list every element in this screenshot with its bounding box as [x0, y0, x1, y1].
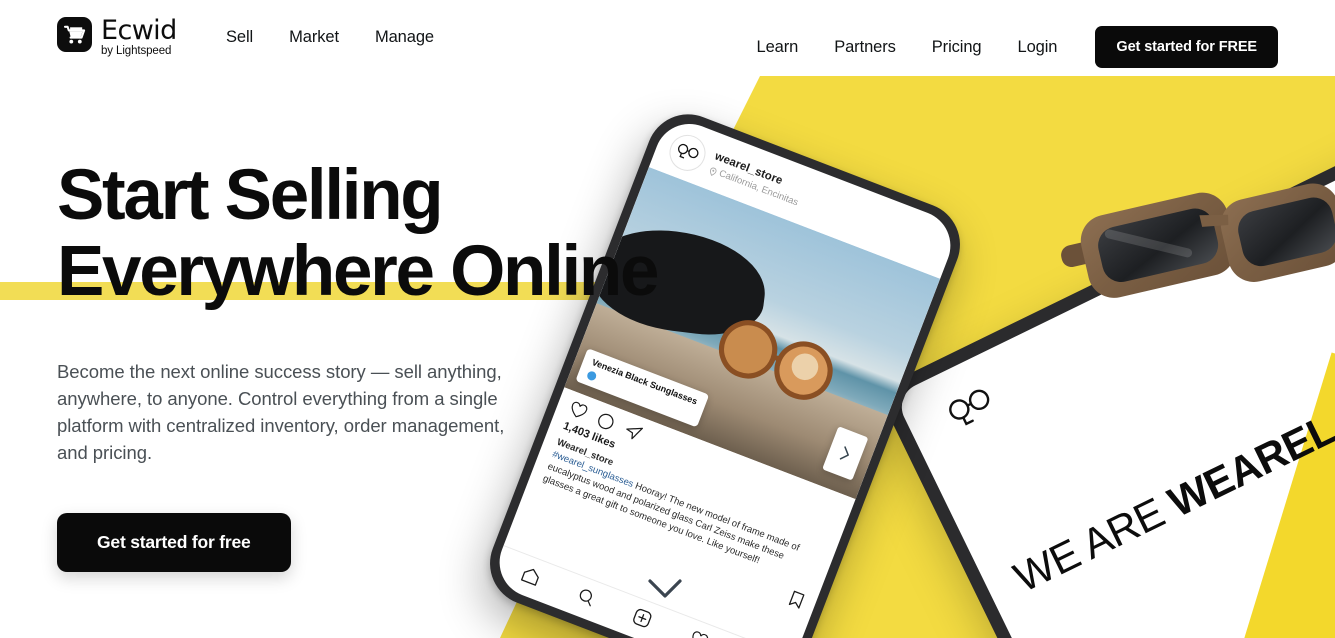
page-title: Start Selling Everywhere Online: [57, 156, 659, 311]
nav-item-market[interactable]: Market: [289, 26, 339, 48]
brand-name: Ecwid: [101, 15, 177, 46]
share-icon[interactable]: [623, 422, 645, 443]
headline-line-1: Start Selling: [57, 156, 444, 235]
glasses-logo-icon: [664, 129, 711, 177]
nav-item-partners[interactable]: Partners: [834, 36, 896, 58]
tablet-yellow-accent: [1243, 352, 1335, 638]
nav-item-login[interactable]: Login: [1018, 36, 1058, 58]
nav-item-manage[interactable]: Manage: [375, 26, 434, 48]
activity-heart-wrapper[interactable]: [688, 629, 710, 638]
hero-copy-block: Start Selling Everywhere Online Become t…: [57, 156, 659, 572]
comment-icon[interactable]: [595, 411, 616, 432]
hero-get-started-button[interactable]: Get started for free: [57, 513, 291, 572]
product-card-dot: [585, 370, 598, 382]
nav-item-sell[interactable]: Sell: [226, 26, 253, 48]
ecwid-logo[interactable]: Ecwid by Lightspeed: [57, 17, 177, 58]
header-get-started-button[interactable]: Get started for FREE: [1095, 26, 1278, 68]
headline-line-2: Everywhere Online: [57, 232, 659, 311]
add-post-icon[interactable]: [632, 607, 654, 629]
chevron-right-icon: [839, 445, 849, 459]
nav-item-pricing[interactable]: Pricing: [932, 36, 982, 58]
scroll-down-button[interactable]: [647, 578, 683, 600]
location-pin-icon: [710, 167, 717, 176]
search-icon[interactable]: [576, 586, 597, 607]
landing-page: Ecwid by Lightspeed Sell Market Manage L…: [0, 0, 1335, 638]
primary-nav: Sell Market Manage: [226, 26, 434, 48]
chevron-down-icon: [648, 579, 682, 598]
wearel-logo-icon: [945, 385, 1000, 436]
shopping-cart-icon: [57, 17, 92, 52]
site-header: Ecwid by Lightspeed Sell Market Manage L…: [0, 0, 1335, 76]
nav-item-learn[interactable]: Learn: [757, 36, 799, 58]
wooden-sunglasses-prop: [1060, 156, 1335, 366]
hero-subcopy: Become the next online success story — s…: [57, 361, 505, 463]
secondary-nav: Learn Partners Pricing Login Get started…: [757, 26, 1278, 68]
tablet-headline-light: WE ARE: [1006, 483, 1182, 602]
activity-heart-icon[interactable]: [688, 629, 710, 638]
brand-tagline: by Lightspeed: [101, 45, 172, 57]
